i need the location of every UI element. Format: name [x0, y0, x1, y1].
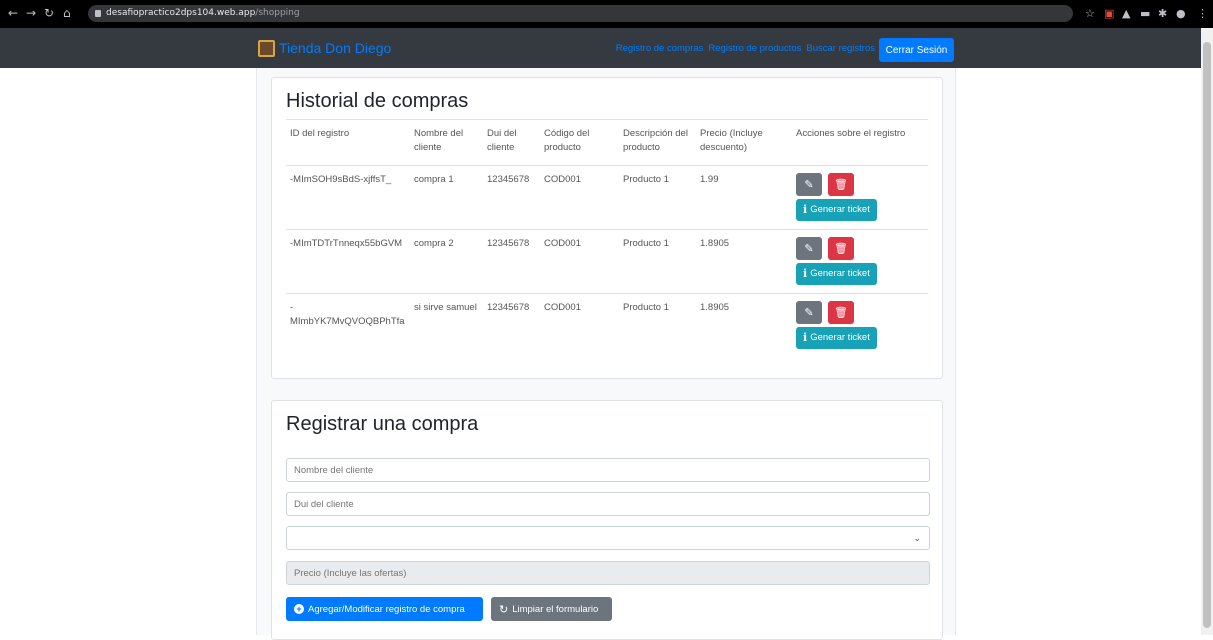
generate-ticket-button[interactable]: i Generar ticket	[796, 263, 877, 285]
edit-icon: ✎	[804, 306, 814, 319]
column-header: Nombre del cliente	[410, 119, 483, 166]
table-row: -MImTDTrTnneqx55bGVM compra 2 12345678 C…	[286, 229, 928, 294]
cell-actions: ✎ 🗑 i Generar ticket	[792, 293, 928, 358]
edit-button[interactable]: ✎	[796, 173, 822, 196]
nav-link-registro-productos[interactable]: Registro de productos	[708, 43, 801, 54]
cell-actions: ✎ 🗑 i Generar ticket	[792, 165, 928, 230]
url-path: /shopping	[255, 8, 300, 18]
cell-dui: 12345678	[483, 293, 540, 358]
register-card: Registrar una compra ⌄ + Agregar/Modific…	[271, 400, 943, 640]
brand-name: Tienda Don Diego	[279, 40, 392, 56]
generate-ticket-button[interactable]: i Generar ticket	[796, 327, 877, 349]
cell-price: 1.8905	[696, 229, 792, 294]
generate-ticket-button[interactable]: i Generar ticket	[796, 199, 877, 221]
logout-button[interactable]: Cerrar Sesión	[879, 38, 954, 62]
menu-dots-icon[interactable]: ⋮	[1197, 5, 1208, 22]
forward-icon[interactable]: →	[26, 5, 36, 22]
edit-icon: ✎	[804, 242, 814, 255]
submit-label: Agregar/Modificar registro de compra	[308, 603, 465, 615]
home-icon[interactable]: ⌂	[63, 5, 71, 22]
edit-icon: ✎	[804, 178, 814, 191]
column-header: Dui del cliente	[483, 119, 540, 166]
cell-name: compra 1	[410, 165, 483, 230]
nav-link-registro-compras[interactable]: Registro de compras	[616, 43, 704, 54]
pdf-extension-icon[interactable]: ▣	[1104, 5, 1114, 22]
table-row: - MImbYK7MvQVOQBPhTfa si sirve samuel 12…	[286, 293, 928, 358]
url-domain: desafiopractico2dps104.web.app	[106, 8, 256, 18]
history-card: Historial de compras ID del registro Nom…	[271, 77, 943, 379]
delete-button[interactable]: 🗑	[828, 301, 854, 324]
plus-circle-icon: +	[294, 604, 304, 614]
cell-name: compra 2	[410, 229, 483, 294]
reset-form-button[interactable]: ↻ Limpiar el formulario	[491, 597, 612, 621]
extension-icon[interactable]: ▬	[1140, 5, 1150, 22]
cell-desc: Producto 1	[619, 165, 696, 230]
app-navbar: Tienda Don Diego Registro de compras Reg…	[0, 28, 1201, 68]
extension-icon[interactable]: ▲	[1122, 5, 1130, 22]
info-icon: i	[803, 331, 808, 344]
delete-button[interactable]: 🗑	[828, 237, 854, 260]
column-header: Precio (Incluye descuento)	[696, 119, 792, 166]
cell-price: 1.8905	[696, 293, 792, 358]
info-icon: i	[803, 203, 808, 216]
history-title: Historial de compras	[286, 90, 469, 112]
column-header: Acciones sobre el registro	[792, 119, 928, 166]
refresh-icon: ↻	[499, 602, 509, 616]
register-title: Registrar una compra	[286, 413, 479, 435]
cell-id: - MImbYK7MvQVOQBPhTfa	[286, 293, 410, 358]
nav-link-buscar-registros[interactable]: Buscar registros	[806, 43, 875, 54]
cell-actions: ✎ 🗑 i Generar ticket	[792, 229, 928, 294]
cell-code: COD001	[540, 165, 619, 230]
edit-button[interactable]: ✎	[796, 237, 822, 260]
cell-name: si sirve samuel	[410, 293, 483, 358]
nav-links: Registro de compras Registro de producto…	[616, 28, 875, 68]
column-header: ID del registro	[286, 119, 410, 166]
cell-desc: Producto 1	[619, 293, 696, 358]
table-header-row: ID del registro Nombre del cliente Dui d…	[286, 119, 928, 166]
column-header: Descripción del producto	[619, 119, 696, 166]
lock-icon	[95, 10, 101, 17]
cell-dui: 12345678	[483, 229, 540, 294]
cell-id: -MImTDTrTnneqx55bGVM	[286, 229, 410, 294]
store-icon	[258, 39, 275, 57]
trash-icon: 🗑	[834, 178, 848, 191]
table-row: -MImSOH9sBdS-xjffsT_ compra 1 12345678 C…	[286, 165, 928, 230]
address-bar[interactable]: desafiopractico2dps104.web.app/shopping	[88, 5, 1073, 22]
trash-icon: 🗑	[834, 306, 848, 319]
cell-desc: Producto 1	[619, 229, 696, 294]
delete-button[interactable]: 🗑	[828, 173, 854, 196]
column-header: Código del producto	[540, 119, 619, 166]
cell-code: COD001	[540, 229, 619, 294]
client-name-input[interactable]	[286, 458, 930, 482]
cell-dui: 12345678	[483, 165, 540, 230]
page-scrollbar[interactable]	[1201, 28, 1213, 635]
trash-icon: 🗑	[834, 242, 848, 255]
edit-button[interactable]: ✎	[796, 301, 822, 324]
profile-avatar-icon[interactable]: ●	[1176, 5, 1186, 22]
client-dui-input[interactable]	[286, 492, 930, 516]
main-container: Historial de compras ID del registro Nom…	[256, 68, 956, 640]
reload-icon[interactable]: ↻	[44, 5, 54, 22]
reset-label: Limpiar el formulario	[512, 603, 599, 615]
cell-id: -MImSOH9sBdS-xjffsT_	[286, 165, 410, 230]
submit-purchase-button[interactable]: + Agregar/Modificar registro de compra	[286, 597, 483, 621]
extensions-puzzle-icon[interactable]: ✱	[1158, 5, 1167, 22]
brand-link[interactable]: Tienda Don Diego	[258, 28, 391, 68]
cell-price: 1.99	[696, 165, 792, 230]
back-icon[interactable]: ←	[8, 5, 18, 22]
ticket-label: Generar ticket	[810, 332, 870, 343]
product-select[interactable]: ⌄	[286, 526, 930, 550]
scrollbar-thumb[interactable]	[1203, 42, 1211, 628]
browser-toolbar: ← → ↻ ⌂ desafiopractico2dps104.web.app/s…	[0, 0, 1213, 28]
cell-code: COD001	[540, 293, 619, 358]
history-table: ID del registro Nombre del cliente Dui d…	[286, 119, 928, 358]
price-input	[286, 561, 930, 585]
bookmark-star-icon[interactable]: ☆	[1085, 5, 1095, 22]
ticket-label: Generar ticket	[810, 204, 870, 215]
ticket-label: Generar ticket	[810, 268, 870, 279]
info-icon: i	[803, 267, 808, 280]
chevron-down-icon: ⌄	[913, 533, 921, 543]
